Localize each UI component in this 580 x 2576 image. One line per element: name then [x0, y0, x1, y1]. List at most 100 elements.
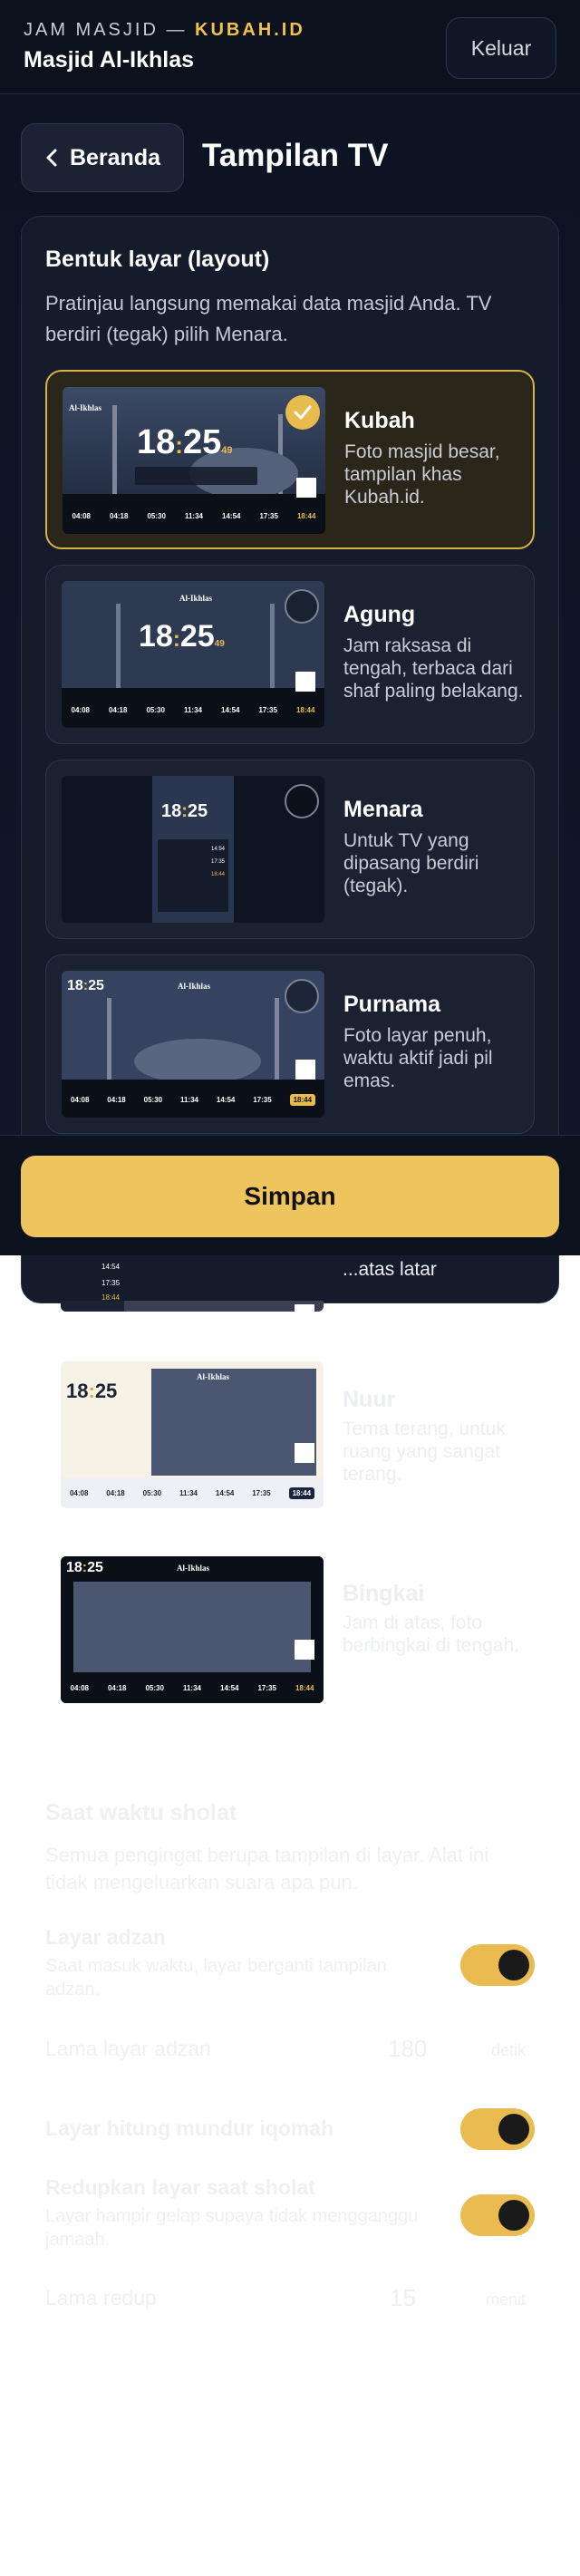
- layout-option-purnama[interactable]: 18:25 Al-Ikhlas 04:08 04:18 05:30 11:34 …: [45, 954, 535, 1134]
- chevron-left-icon: [46, 149, 57, 167]
- preview-portrait-screen: 18:25 14:54 17:35 18:44: [152, 776, 234, 923]
- layout-name: Purnama: [343, 992, 440, 1017]
- prayer-time: 04:18: [106, 1488, 125, 1497]
- layout-option-menara[interactable]: 18:25 14:54 17:35 18:44 Menara Untuk TV …: [45, 760, 535, 939]
- preview-clock-hour: 18: [66, 1560, 82, 1575]
- prayer-time: 17:35: [258, 705, 277, 714]
- layout-name-nuur: Nuur: [343, 1387, 396, 1412]
- adzan-duration-input[interactable]: 180: [388, 2035, 427, 2063]
- preview-clock-minute: 25: [87, 1560, 103, 1575]
- save-button[interactable]: Simpan: [21, 1156, 559, 1237]
- menara-row: 14:54: [210, 847, 225, 852]
- preview-clock-sep: :: [88, 1380, 95, 1402]
- preview-side-time: 17:35: [102, 1279, 121, 1287]
- brand-prefix: JAM MASJID —: [24, 20, 188, 40]
- layout-option-agung[interactable]: Al-Ikhlas 18:2549 04:08 04:18 05:30 11:3…: [45, 565, 535, 744]
- prayer-time: 04:08: [72, 511, 91, 520]
- layout-preview-nuur: 18:25 Al-Ikhlas 04:08 04:18 05:30 11:34 …: [61, 1361, 324, 1508]
- preview-mosque-title: Al-Ikhlas: [69, 403, 102, 412]
- iqomah-toggle[interactable]: [460, 2108, 535, 2150]
- toggle-knob: [498, 1950, 529, 1980]
- qr-code-icon: [296, 478, 316, 498]
- prayer-time: 14:54: [221, 705, 240, 714]
- layout-description: Foto masjid besar, tampilan khas Kubah.i…: [344, 441, 500, 508]
- layout-description: Untuk TV yang dipasang berdiri (tegak).: [343, 830, 479, 896]
- dim-duration-unit: menit: [486, 2290, 527, 2309]
- layout-name: Menara: [343, 797, 423, 822]
- layout-section-title: Bentuk layar (layout): [45, 247, 270, 272]
- layout-description-partial: ...atas latar: [343, 1259, 437, 1280]
- prayer-time-active: 18:44: [288, 1487, 315, 1499]
- preview-clock-sep: :: [181, 801, 188, 821]
- qr-code-icon: [295, 672, 315, 692]
- prayer-time: 17:35: [253, 1095, 272, 1104]
- prayer-time: 05:30: [143, 1095, 163, 1104]
- prayer-time: 05:30: [142, 1488, 162, 1497]
- dim-label: Redupkan layar saat sholat: [45, 2175, 315, 2199]
- prayer-time: 05:30: [147, 511, 166, 520]
- preview-clock: 18:2549: [137, 423, 232, 462]
- radio-checked[interactable]: [285, 395, 320, 430]
- preview-prayer-strip: 04:08 04:18 05:30 11:34 14:54 17:35 18:4…: [61, 1483, 324, 1503]
- layout-description-nuur: Tema terang, untuk ruang yang sangat ter…: [343, 1419, 506, 1485]
- prayer-time: 11:34: [183, 705, 202, 714]
- dim-duration-input[interactable]: 15: [390, 2284, 416, 2312]
- menara-row: 17:35: [210, 859, 225, 865]
- back-button-label: Beranda: [69, 144, 161, 170]
- preview-mosque-title: Al-Ikhlas: [197, 1372, 230, 1381]
- preview-clock: 18:25: [66, 1560, 103, 1576]
- layout-option-kubah[interactable]: Al-Ikhlas 18:2549 04:08 04:18 05:30 11:3…: [45, 370, 535, 549]
- mosque-name: Masjid Al-Ikhlas: [24, 47, 195, 73]
- preview-clock: 18:25: [161, 801, 208, 822]
- layout-name-bingkai: Bingkai: [343, 1581, 425, 1606]
- adzan-screen-toggle[interactable]: [460, 1944, 535, 1986]
- preview-clock-hour: 18: [66, 1380, 89, 1402]
- prayer-time: 14:54: [222, 511, 241, 520]
- layout-preview-partial: 14:54 17:35 18:44: [61, 1255, 324, 1312]
- prayer-time: 14:54: [215, 1488, 235, 1497]
- prayer-time: 04:18: [107, 1095, 126, 1104]
- radio-unchecked[interactable]: [285, 589, 319, 624]
- preview-clock-minute: 25: [94, 1380, 118, 1402]
- preview-clock-seconds: 49: [214, 639, 225, 649]
- prayer-time: 04:08: [71, 705, 90, 714]
- brand-accent: KUBAH.ID: [195, 20, 305, 40]
- layout-section-description: Pratinjau langsung memakai data masjid A…: [45, 292, 492, 345]
- radio-unchecked[interactable]: [285, 784, 319, 818]
- radio-unchecked[interactable]: [285, 979, 319, 1013]
- back-button[interactable]: Beranda: [21, 123, 184, 192]
- preview-clock-seconds: 49: [221, 445, 233, 456]
- top-bar: JAM MASJID — KUBAH.ID Masjid Al-Ikhlas K…: [0, 0, 580, 94]
- iqomah-label: Layar hitung mundur iqomah: [45, 2116, 334, 2140]
- adzan-duration-label: Lama layar adzan: [45, 2037, 211, 2060]
- preview-prayer-strip: 04:08 04:18 05:30 11:34 14:54 17:35 18:4…: [63, 505, 325, 527]
- dim-toggle[interactable]: [460, 2194, 535, 2236]
- preview-clock-hour: 18: [139, 619, 173, 654]
- prayer-time: 04:18: [107, 1683, 127, 1692]
- adzan-screen-label: Layar adzan: [45, 1925, 166, 1949]
- prayer-time-active: 18:44: [295, 1683, 314, 1692]
- preview-clock-sep: :: [172, 627, 180, 652]
- prayer-time: 04:18: [109, 511, 129, 520]
- prayer-time: 17:35: [257, 1683, 276, 1692]
- prayer-time: 17:35: [259, 511, 278, 520]
- prayer-time-active: 18:44: [295, 705, 315, 714]
- prayer-section-title: Saat waktu sholat: [45, 1800, 237, 1825]
- prayer-time: 04:08: [70, 1683, 89, 1692]
- preview-clock: 18:25: [67, 978, 104, 994]
- prayer-section-description: Semua pengingat berupa tampilan di layar…: [45, 1844, 489, 1893]
- layout-description-bingkai: Jam di atas, foto berbingkai di tengah.: [343, 1612, 519, 1656]
- prayer-time-active: 18:44: [296, 511, 316, 520]
- preview-side-time: 14:54: [102, 1263, 121, 1271]
- prayer-time: 04:08: [70, 1095, 90, 1104]
- preview-clock: 18:2549: [139, 619, 225, 654]
- preview-clock: 18:25: [66, 1380, 117, 1403]
- prayer-time: 05:30: [145, 1683, 164, 1692]
- layout-name: Kubah: [344, 408, 415, 433]
- preview-portrait-list: 14:54 17:35 18:44: [158, 839, 228, 912]
- prayer-time: 14:54: [216, 1095, 236, 1104]
- preview-prayer-strip: 04:08 04:18 05:30 11:34 14:54 17:35 18:4…: [62, 1089, 324, 1110]
- adzan-duration-unit: detik: [491, 2041, 527, 2059]
- logout-button[interactable]: Keluar: [446, 17, 556, 79]
- dim-description: Layar hampir gelap supaya tidak menggang…: [45, 2206, 419, 2250]
